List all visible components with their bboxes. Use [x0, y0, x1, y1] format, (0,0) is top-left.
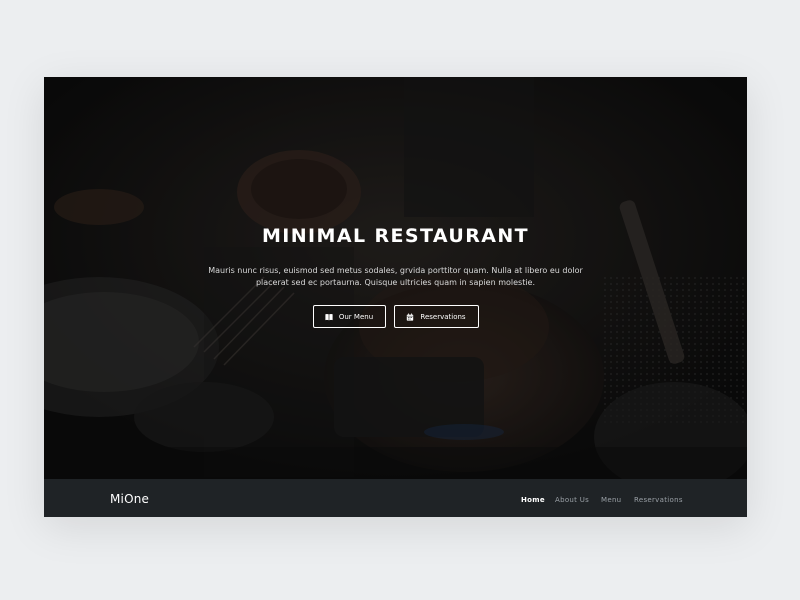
hero-content: MINIMAL RESTAURANT Mauris nunc risus, eu…	[44, 225, 747, 328]
nav-link-home[interactable]: Home	[521, 496, 545, 504]
our-menu-button-label: Our Menu	[338, 312, 374, 321]
brand-logo[interactable]: MiOne	[110, 492, 149, 506]
reservations-button[interactable]: Reservations	[393, 305, 479, 328]
navbar: MiOne Home About Us Menu Reservations	[44, 479, 747, 517]
our-menu-button[interactable]: Our Menu	[312, 305, 386, 328]
hero-buttons: Our Menu Reservations	[44, 305, 747, 328]
hero-section: MINIMAL RESTAURANT Mauris nunc risus, eu…	[44, 77, 747, 479]
book-icon	[325, 313, 333, 320]
calendar-icon	[407, 312, 414, 321]
nav-link-menu[interactable]: Menu	[601, 496, 621, 504]
browser-frame: MINIMAL RESTAURANT Mauris nunc risus, eu…	[44, 77, 747, 517]
hero-description: Mauris nunc risus, euismod sed metus sod…	[208, 266, 583, 287]
nav-link-reservations[interactable]: Reservations	[634, 496, 683, 504]
hero-title: MINIMAL RESTAURANT	[261, 225, 529, 247]
nav-link-about-us[interactable]: About Us	[555, 496, 589, 504]
reservations-button-label: Reservations	[420, 312, 466, 321]
